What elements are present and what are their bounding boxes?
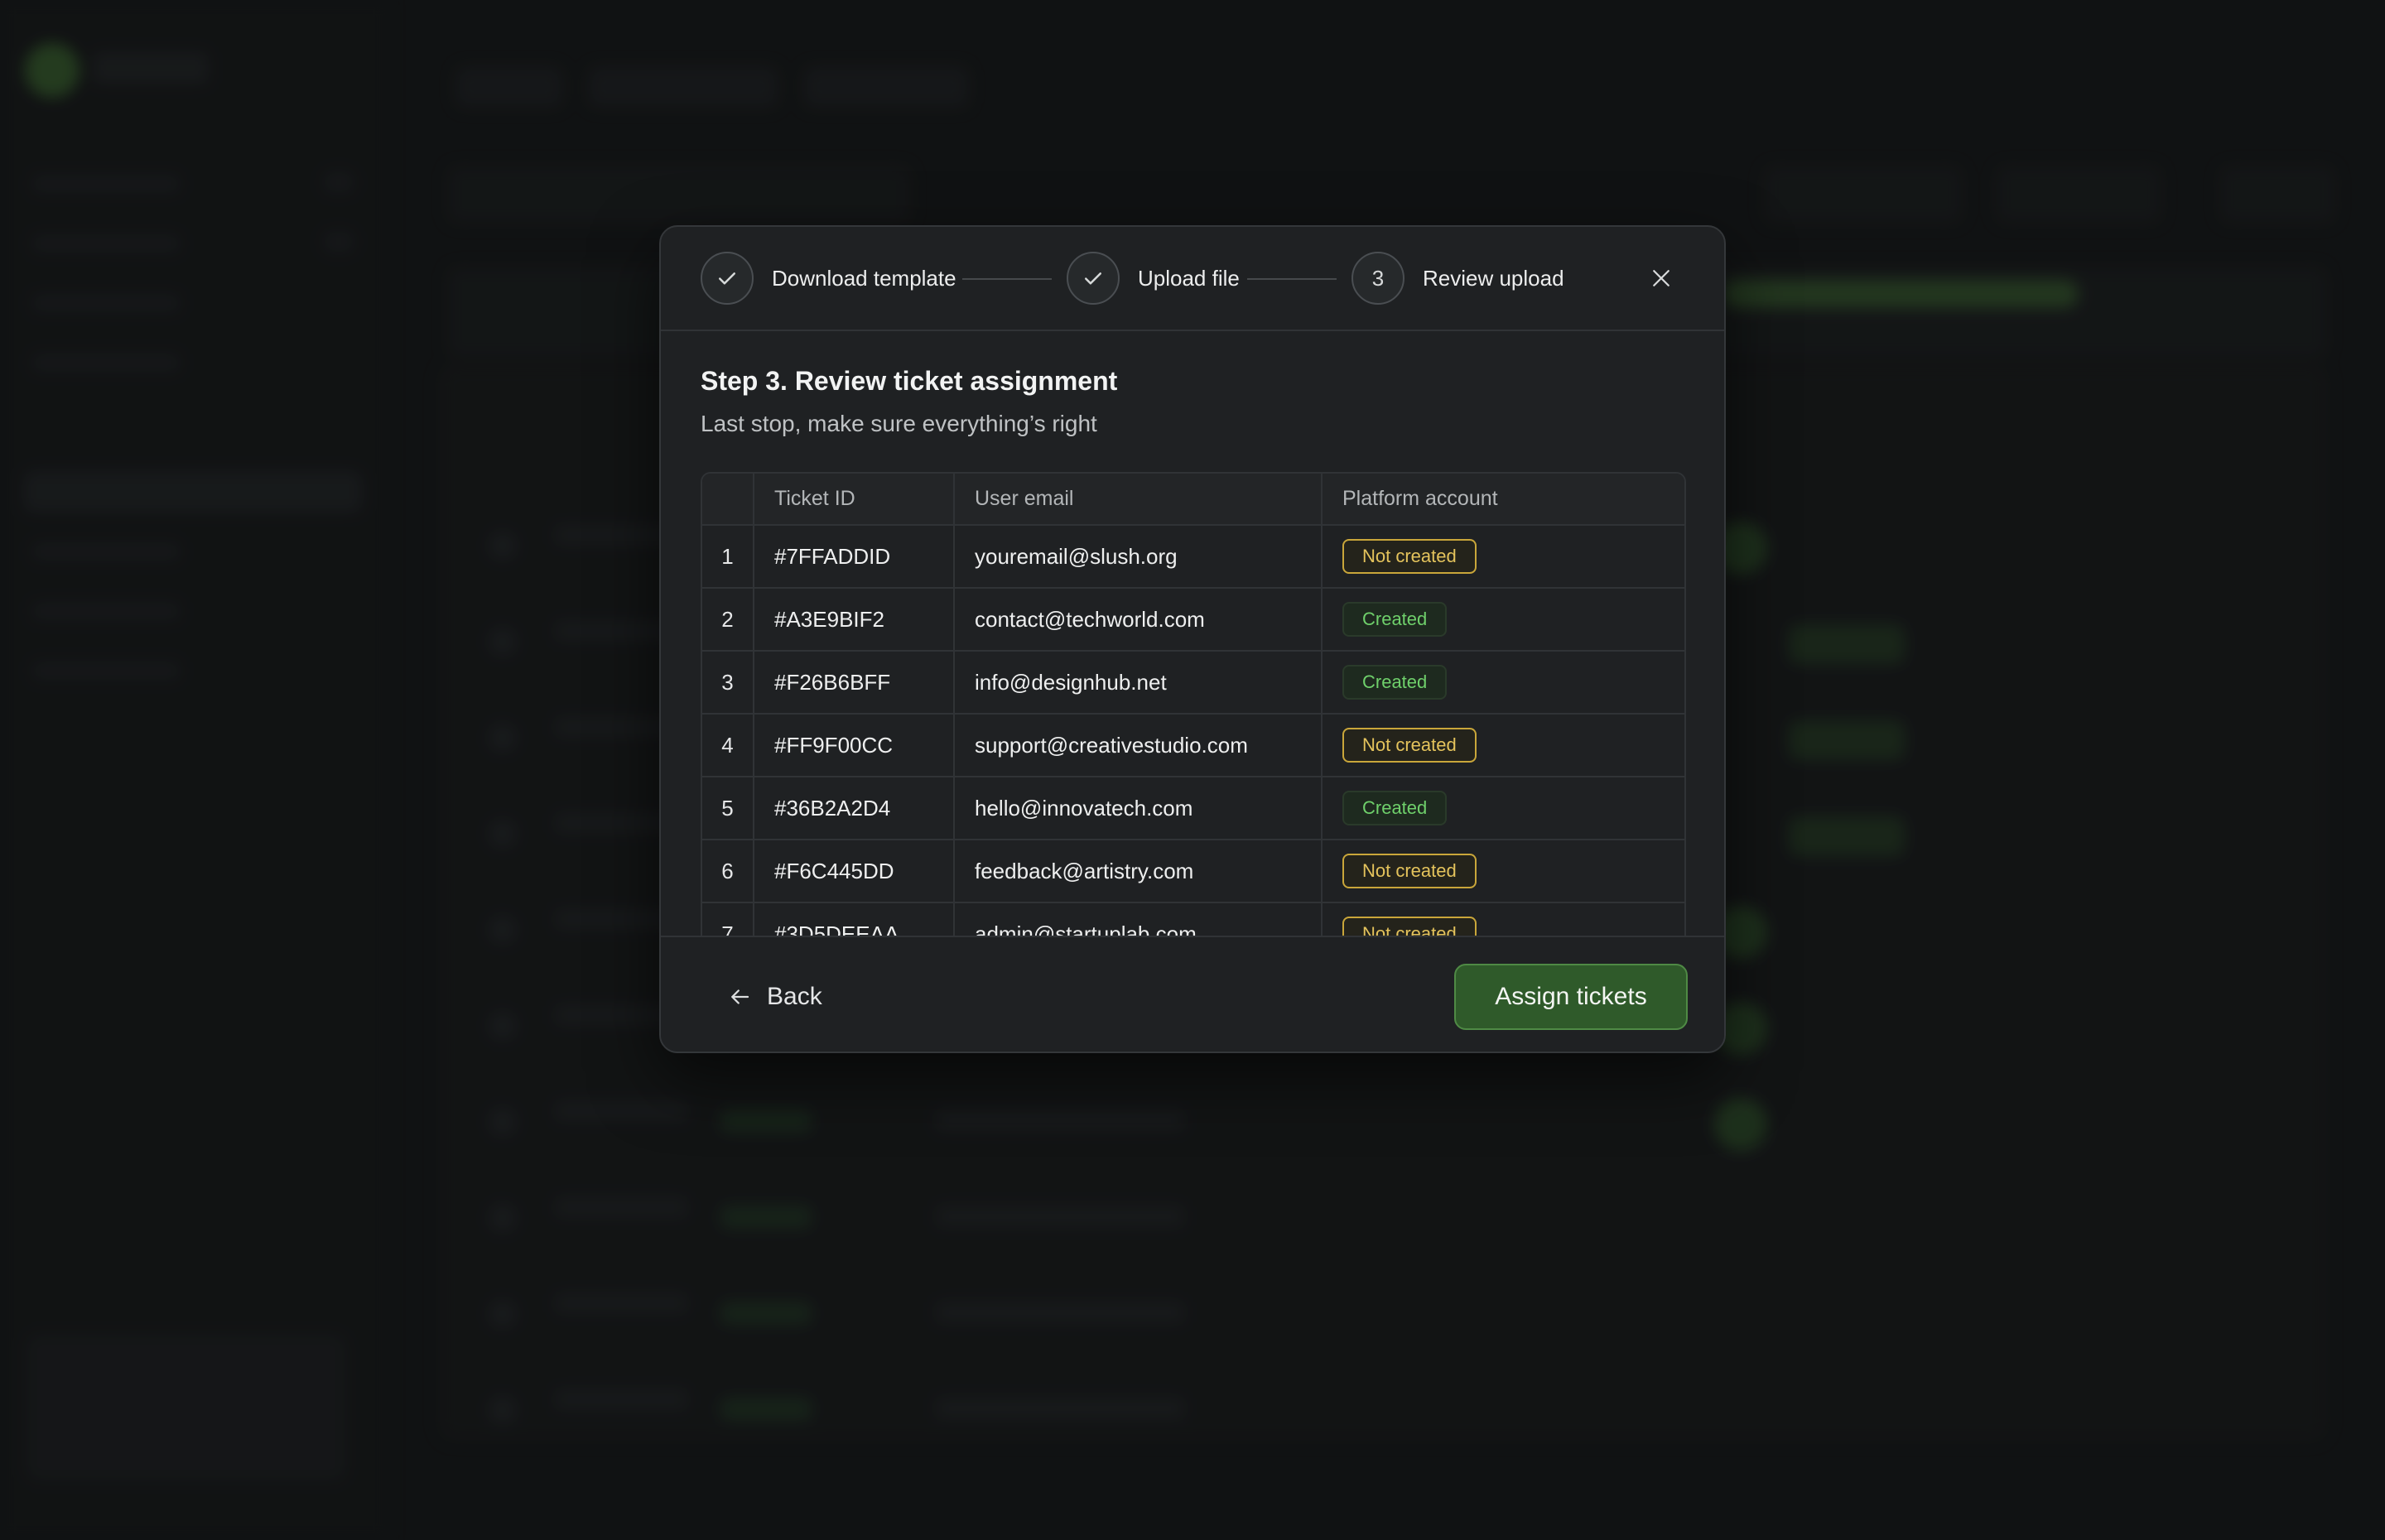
review-upload-dialog: Download template Upload file 3 Review u… <box>659 225 1726 1053</box>
ticket-id: #F26B6BFF <box>754 651 955 715</box>
close-icon <box>1653 270 1670 286</box>
table-row: 2 #A3E9BIF2 contact@techworld.com Create… <box>702 588 1684 652</box>
platform-account-cell: Created <box>1322 588 1684 652</box>
ticket-id: #A3E9BIF2 <box>754 588 955 652</box>
row-number: 3 <box>702 651 754 715</box>
row-number: 6 <box>702 840 754 903</box>
ticket-id: #7FFADDID <box>754 525 955 589</box>
dialog-footer: Back Assign tickets <box>661 936 1724 1052</box>
row-number: 7 <box>702 902 754 936</box>
user-email: feedback@artistry.com <box>954 840 1323 903</box>
user-email: support@creativestudio.com <box>954 714 1323 777</box>
ticket-id: #3D5DEEAA <box>754 902 955 936</box>
row-number: 1 <box>702 525 754 589</box>
row-number: 2 <box>702 588 754 652</box>
status-badge: Not created <box>1342 728 1477 763</box>
column-header-index <box>702 474 754 526</box>
platform-account-cell: Created <box>1322 651 1684 715</box>
ticket-id: #FF9F00CC <box>754 714 955 777</box>
user-email: contact@techworld.com <box>954 588 1323 652</box>
check-icon <box>701 252 754 305</box>
table-row: 3 #F26B6BFF info@designhub.net Created <box>702 651 1684 715</box>
table-row: 6 #F6C445DD feedback@artistry.com Not cr… <box>702 840 1684 903</box>
step-review-upload: 3 Review upload <box>1352 252 1564 305</box>
table-row: 5 #36B2A2D4 hello@innovatech.com Created <box>702 777 1684 840</box>
back-button[interactable]: Back <box>727 974 822 1020</box>
platform-account-cell: Not created <box>1322 714 1684 777</box>
check-icon <box>1067 252 1120 305</box>
arrow-left-icon <box>731 989 749 1004</box>
step-connector <box>1247 278 1337 280</box>
step-title: Step 3. Review ticket assignment <box>701 366 1118 396</box>
status-badge: Not created <box>1342 917 1477 936</box>
step-number: 3 <box>1352 252 1404 305</box>
stepper: Download template Upload file 3 Review u… <box>661 227 1724 331</box>
table-row: 1 #7FFADDID youremail@slush.org Not crea… <box>702 525 1684 589</box>
step-label: Upload file <box>1138 265 1240 291</box>
close-button[interactable] <box>1643 260 1679 296</box>
status-badge: Created <box>1342 602 1448 637</box>
step-upload-file: Upload file <box>1067 252 1240 305</box>
user-email: youremail@slush.org <box>954 525 1323 589</box>
assign-tickets-button[interactable]: Assign tickets <box>1454 964 1688 1030</box>
step-label: Review upload <box>1423 265 1564 291</box>
user-email: info@designhub.net <box>954 651 1323 715</box>
assignment-table[interactable]: Ticket ID User email Platform account 1 … <box>701 472 1686 936</box>
status-badge: Not created <box>1342 539 1477 574</box>
platform-account-cell: Not created <box>1322 525 1684 589</box>
status-badge: Created <box>1342 665 1448 700</box>
step-connector <box>962 278 1052 280</box>
user-email: admin@startuplab.com <box>954 902 1323 936</box>
back-label: Back <box>767 983 822 1010</box>
step-label: Download template <box>772 265 956 291</box>
status-badge: Not created <box>1342 854 1477 888</box>
column-header-user-email: User email <box>954 474 1323 526</box>
platform-account-cell: Not created <box>1322 840 1684 903</box>
ticket-id: #F6C445DD <box>754 840 955 903</box>
table-row: 4 #FF9F00CC support@creativestudio.com N… <box>702 714 1684 777</box>
step-download-template: Download template <box>701 252 956 305</box>
column-header-ticket-id: Ticket ID <box>754 474 955 526</box>
platform-account-cell: Created <box>1322 777 1684 840</box>
column-header-platform-account: Platform account <box>1322 474 1684 526</box>
step-subtitle: Last stop, make sure everything’s right <box>701 411 1097 436</box>
table-header: Ticket ID User email Platform account <box>702 474 1684 526</box>
status-badge: Created <box>1342 791 1448 825</box>
platform-account-cell: Not created <box>1322 902 1684 936</box>
row-number: 5 <box>702 777 754 840</box>
table-row: 7 #3D5DEEAA admin@startuplab.com Not cre… <box>702 902 1684 936</box>
row-number: 4 <box>702 714 754 777</box>
user-email: hello@innovatech.com <box>954 777 1323 840</box>
ticket-id: #36B2A2D4 <box>754 777 955 840</box>
dialog-body: Step 3. Review ticket assignment Last st… <box>661 331 1724 936</box>
